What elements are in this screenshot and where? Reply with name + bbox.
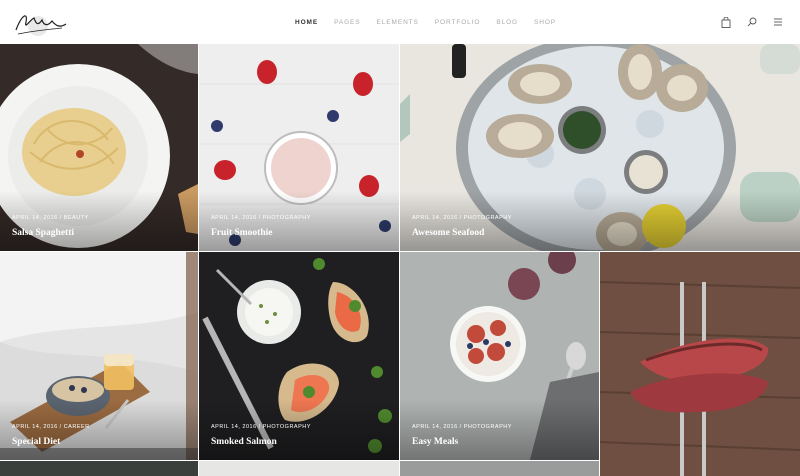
post-meta: APRIL 14, 2016 / PHOTOGRAPHY xyxy=(211,215,311,221)
post-meta: APRIL 14, 2016 / CAREER xyxy=(12,424,90,430)
image-overlay xyxy=(0,400,198,460)
menu-icon[interactable] xyxy=(772,16,784,28)
post-card[interactable]: APRIL 14, 2016 / PHOTOGRAPHY Fruit Smoot… xyxy=(199,44,399,251)
nav-item-pages[interactable]: PAGES xyxy=(334,19,360,26)
nav-item-home[interactable]: HOME xyxy=(295,19,318,26)
search-icon[interactable] xyxy=(746,16,758,28)
nav-item-blog[interactable]: BLOG xyxy=(496,19,518,26)
post-meta: APRIL 14, 2016 / PHOTOGRAPHY xyxy=(211,424,311,430)
post-card-partial xyxy=(400,461,599,476)
site-header: HOME PAGES ELEMENTS PORTFOLIO BLOG SHOP xyxy=(0,0,800,44)
post-card[interactable]: APRIL 14, 2016 / BEAUTY Salsa Spaghetti xyxy=(0,44,198,251)
post-card[interactable] xyxy=(600,252,800,476)
post-meta: APRIL 14, 2016 / BEAUTY xyxy=(12,215,89,221)
portfolio-grid: APRIL 14, 2016 / BEAUTY Salsa Spaghetti … xyxy=(0,44,800,476)
post-title[interactable]: Salsa Spaghetti xyxy=(12,228,74,238)
post-title[interactable]: Easy Meals xyxy=(412,437,458,447)
nav-item-shop[interactable]: SHOP xyxy=(534,19,556,26)
post-card[interactable]: APRIL 14, 2016 / CAREER Special Diet xyxy=(0,252,198,460)
image-overlay xyxy=(199,400,399,460)
post-card-partial xyxy=(199,461,399,476)
site-logo[interactable] xyxy=(12,4,72,40)
image-overlay xyxy=(400,400,599,460)
shopping-bag-icon[interactable] xyxy=(720,16,732,28)
post-image xyxy=(600,252,800,476)
post-title[interactable]: Smoked Salmon xyxy=(211,437,277,447)
header-icons xyxy=(720,0,784,44)
post-card[interactable]: APRIL 14, 2016 / PHOTOGRAPHY Easy Meals xyxy=(400,252,599,460)
post-card[interactable]: APRIL 14, 2016 / PHOTOGRAPHY Awesome Sea… xyxy=(400,44,800,251)
post-title[interactable]: Awesome Seafood xyxy=(412,228,484,238)
image-overlay xyxy=(400,191,800,251)
post-title[interactable]: Special Diet xyxy=(12,437,60,447)
post-meta: APRIL 14, 2016 / PHOTOGRAPHY xyxy=(412,424,512,430)
nav-item-elements[interactable]: ELEMENTS xyxy=(377,19,419,26)
post-meta: APRIL 14, 2016 / PHOTOGRAPHY xyxy=(412,215,512,221)
post-card[interactable]: APRIL 14, 2016 / PHOTOGRAPHY Smoked Salm… xyxy=(199,252,399,460)
nav-item-portfolio[interactable]: PORTFOLIO xyxy=(435,19,481,26)
post-title[interactable]: Fruit Smoothie xyxy=(211,228,272,238)
image-overlay xyxy=(199,191,399,251)
image-overlay xyxy=(0,191,198,251)
main-nav: HOME PAGES ELEMENTS PORTFOLIO BLOG SHOP xyxy=(295,0,556,44)
post-card-partial xyxy=(0,461,198,476)
